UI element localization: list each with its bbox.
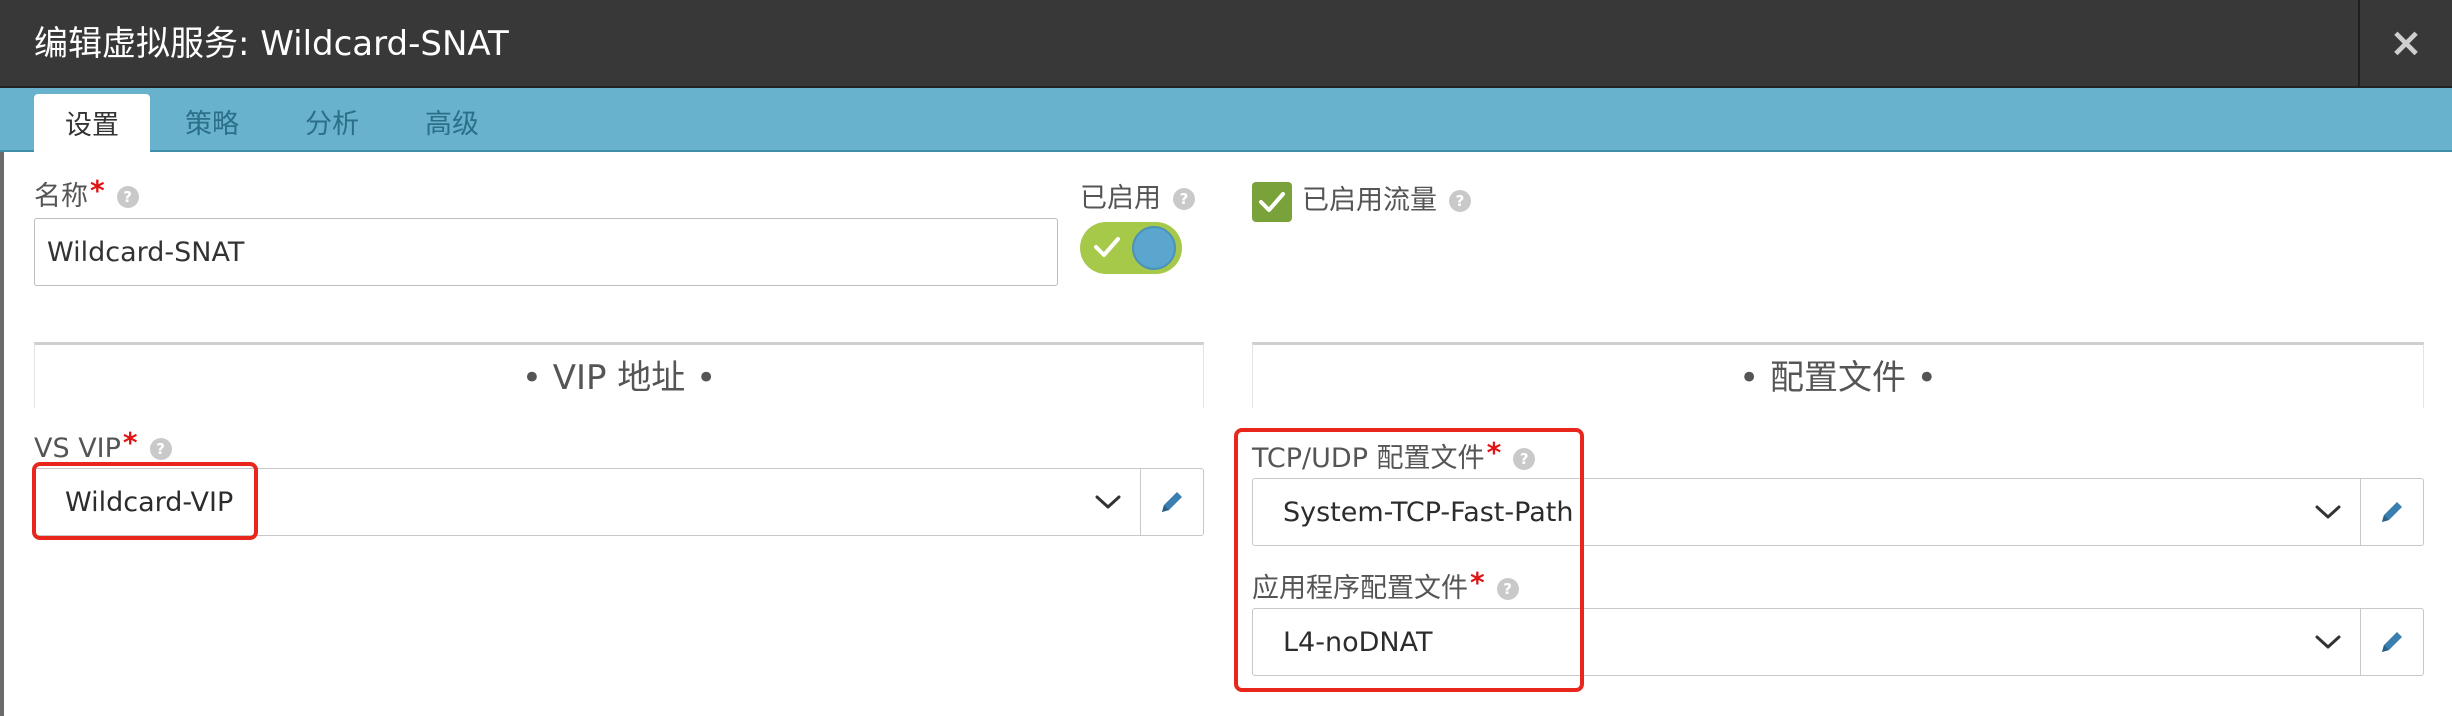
highlight-box-profiles — [1234, 428, 1584, 692]
tab-analytics[interactable]: 分析 — [284, 88, 380, 152]
help-icon[interactable]: ? — [149, 438, 172, 460]
highlight-box-vip — [32, 462, 258, 540]
traffic-enabled-label: 已启用流量 ? — [1302, 184, 1471, 218]
required-mark: * — [122, 426, 138, 459]
help-icon[interactable]: ? — [1449, 190, 1471, 212]
pencil-icon — [2382, 502, 2402, 522]
name-input[interactable]: Wildcard-SNAT — [34, 218, 1058, 286]
dialog-title-bar: 编辑虚拟服务: Wildcard-SNAT × — [0, 0, 2452, 88]
left-border — [0, 152, 4, 716]
close-button[interactable]: × — [2358, 0, 2452, 86]
tab-advanced[interactable]: 高级 — [404, 88, 500, 152]
chevron-down-icon[interactable] — [2315, 609, 2341, 675]
enabled-label-text: 已启用 — [1080, 183, 1161, 214]
vs-vip-label-text: VS VIP — [34, 433, 121, 464]
edit-vs-vip-button[interactable] — [1140, 469, 1203, 535]
tab-settings[interactable]: 设置 — [34, 94, 150, 154]
profiles-section-header: • 配置文件 • — [1252, 342, 2424, 408]
chevron-down-icon[interactable] — [1095, 469, 1121, 535]
traffic-enabled-label-text: 已启用流量 — [1302, 185, 1437, 216]
profiles-section-title: • 配置文件 • — [1739, 358, 1937, 398]
check-icon — [1094, 237, 1120, 257]
pencil-icon — [2382, 632, 2402, 652]
tab-bar: 设置 策略 分析 高级 — [0, 88, 2452, 154]
required-mark: * — [90, 174, 105, 207]
edit-tcp-udp-profile-button[interactable] — [2360, 479, 2423, 545]
check-icon — [1259, 192, 1285, 212]
help-icon[interactable]: ? — [116, 186, 139, 208]
vip-section-title: • VIP 地址 • — [521, 358, 717, 398]
name-label-text: 名称 — [34, 181, 88, 212]
chevron-down-icon[interactable] — [2315, 479, 2341, 545]
vs-vip-label: VS VIP * ? — [34, 426, 172, 466]
vip-section-header: • VIP 地址 • — [34, 342, 1204, 408]
dialog-title: 编辑虚拟服务: Wildcard-SNAT — [34, 24, 509, 64]
enabled-toggle[interactable] — [1080, 222, 1182, 274]
enabled-label: 已启用 ? — [1080, 182, 1195, 216]
help-icon[interactable]: ? — [1173, 188, 1195, 210]
tab-policies[interactable]: 策略 — [164, 88, 260, 152]
pencil-icon — [1162, 492, 1182, 512]
toggle-knob — [1132, 226, 1176, 270]
close-icon[interactable]: × — [2389, 23, 2423, 63]
traffic-enabled-checkbox[interactable] — [1252, 182, 1292, 222]
edit-app-profile-button[interactable] — [2360, 609, 2423, 675]
name-label: 名称 * ? — [34, 174, 139, 214]
